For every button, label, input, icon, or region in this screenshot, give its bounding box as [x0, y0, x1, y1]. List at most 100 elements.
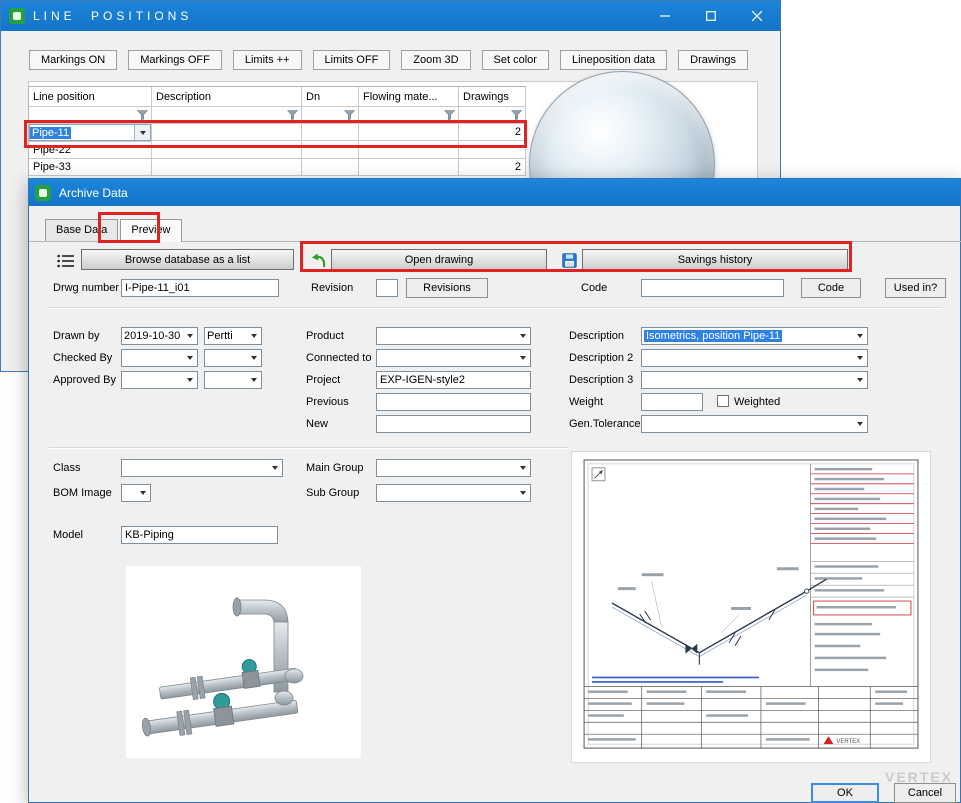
chevron-down-icon	[251, 334, 257, 338]
cell-dn	[302, 159, 359, 176]
app-icon	[35, 185, 51, 201]
maximize-button[interactable]	[688, 1, 734, 31]
filter-icon[interactable]	[344, 110, 355, 120]
chevron-down-icon	[251, 356, 257, 360]
separator	[49, 307, 942, 309]
bom-image-label: BOM Image	[53, 487, 112, 499]
open-drawing-button[interactable]: Open drawing	[331, 249, 547, 270]
cell-drawings: 2	[459, 159, 526, 176]
used-in-button[interactable]: Used in?	[885, 278, 946, 298]
table-row-pipe-33[interactable]: Pipe-33 2	[29, 159, 526, 176]
chevron-down-icon	[857, 378, 863, 382]
browse-database-button[interactable]: Browse database as a list	[81, 249, 294, 270]
chevron-down-icon	[187, 356, 193, 360]
limits-off-button[interactable]: Limits OFF	[313, 50, 391, 70]
drawn-date-select[interactable]: 2019-10-30	[121, 327, 198, 345]
chevron-down-icon	[520, 356, 526, 360]
tab-base-data[interactable]: Base Data	[45, 219, 118, 241]
weighted-checkbox[interactable]	[717, 395, 729, 407]
markings-off-button[interactable]: Markings OFF	[128, 50, 222, 70]
description3-label: Description 3	[569, 374, 633, 386]
approved-date-select[interactable]	[121, 371, 198, 389]
tab-preview[interactable]: Preview	[120, 219, 181, 242]
revisions-button[interactable]: Revisions	[406, 278, 488, 298]
table-row-pipe-22[interactable]: Pipe-22	[29, 142, 526, 159]
archive-data-dialog: Archive Data Base Data Preview Browse da…	[28, 178, 961, 803]
markings-on-button[interactable]: Markings ON	[29, 50, 117, 70]
tab-strip: Base Data Preview	[45, 219, 184, 242]
column-header: Dn	[302, 87, 359, 107]
drwg-number-field[interactable]: I-Pipe-11_i01	[121, 279, 279, 297]
table-row-pipe-11[interactable]: Pipe-11 2	[29, 124, 526, 142]
close-button[interactable]	[734, 1, 780, 31]
vertex-logo-text: VERTEX	[836, 739, 860, 745]
description2-select[interactable]	[641, 349, 868, 367]
main-group-select[interactable]	[376, 459, 531, 477]
project-label: Project	[306, 374, 340, 386]
filter-icon[interactable]	[287, 110, 298, 120]
model-label: Model	[53, 529, 83, 541]
previous-label: Previous	[306, 396, 349, 408]
chevron-down-icon	[857, 422, 863, 426]
model-field[interactable]: KB-Piping	[121, 526, 278, 544]
lineposition-data-button[interactable]: Lineposition data	[560, 50, 667, 70]
approved-by-label: Approved By	[53, 374, 116, 386]
list-icon[interactable]	[56, 252, 74, 270]
separator	[49, 447, 569, 449]
project-field[interactable]: EXP-IGEN-style2	[376, 371, 531, 389]
new-field[interactable]	[376, 415, 531, 433]
set-color-button[interactable]: Set color	[482, 50, 549, 70]
description3-select[interactable]	[641, 371, 868, 389]
minimize-button[interactable]	[642, 1, 688, 31]
revision-label: Revision	[311, 282, 353, 294]
code-field[interactable]	[641, 279, 784, 297]
checked-date-select[interactable]	[121, 349, 198, 367]
cancel-button[interactable]: Cancel	[894, 783, 956, 803]
drawing-preview: VERTEX	[571, 451, 931, 763]
previous-field[interactable]	[376, 393, 531, 411]
code-button[interactable]: Code	[801, 278, 861, 298]
chevron-down-icon	[251, 378, 257, 382]
class-select[interactable]	[121, 459, 283, 477]
chevron-down-icon	[187, 334, 193, 338]
gen-tolerance-select[interactable]	[641, 415, 868, 433]
checked-by-select[interactable]	[204, 349, 262, 367]
chevron-down-icon	[857, 334, 863, 338]
model-3d-preview	[126, 566, 361, 758]
revision-field[interactable]	[376, 279, 398, 297]
column-header: Description	[152, 87, 302, 107]
filter-icon[interactable]	[444, 110, 455, 120]
ok-button[interactable]: OK	[811, 783, 879, 803]
connected-to-select[interactable]	[376, 349, 531, 367]
description-select[interactable]: Isometrics, position Pipe-11	[641, 327, 868, 345]
chevron-down-icon	[520, 334, 526, 338]
filter-icon[interactable]	[137, 110, 148, 120]
cell-drawings: 2	[459, 124, 526, 141]
combo-dropdown-button[interactable]	[134, 125, 150, 140]
drawings-button[interactable]: Drawings	[678, 50, 748, 70]
limits-plus-button[interactable]: Limits ++	[233, 50, 302, 70]
bom-image-select[interactable]	[121, 484, 151, 502]
drawn-by-select[interactable]: Pertti	[204, 327, 262, 345]
chevron-down-icon	[520, 491, 526, 495]
lp-toolbar: Markings ON Markings OFF Limits ++ Limit…	[29, 50, 748, 70]
weight-field[interactable]	[641, 393, 703, 411]
cell-description	[152, 124, 302, 141]
selected-line-position: Pipe-11	[30, 127, 71, 139]
selected-description: Isometrics, position Pipe-11	[644, 330, 782, 342]
line-position-combobox[interactable]: Pipe-11	[29, 124, 151, 141]
open-drawing-icon	[309, 251, 327, 269]
gen-tolerance-label: Gen.Tolerance	[569, 418, 641, 430]
approved-by-select[interactable]	[204, 371, 262, 389]
zoom-3d-button[interactable]: Zoom 3D	[401, 50, 470, 70]
window-title: LINE POSITIONS	[33, 9, 192, 23]
cell-description	[152, 159, 302, 176]
table-filter-row	[29, 107, 526, 124]
line-positions-table: Line position Description Dn Flowing mat…	[28, 86, 526, 176]
filter-icon[interactable]	[511, 110, 522, 120]
filter-cell	[359, 107, 459, 124]
sub-group-select[interactable]	[376, 484, 531, 502]
product-select[interactable]	[376, 327, 531, 345]
chevron-down-icon	[520, 466, 526, 470]
savings-history-button[interactable]: Savings history	[582, 249, 848, 270]
